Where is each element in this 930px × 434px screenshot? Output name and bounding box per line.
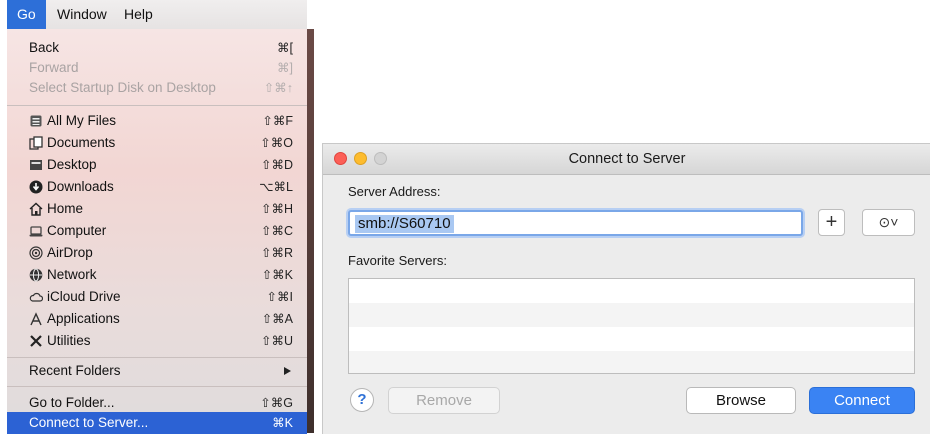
menu-item-network[interactable]: Network ⇧⌘K	[7, 264, 307, 286]
menu-item-label: Downloads	[47, 179, 114, 194]
background-window-edge	[307, 29, 314, 433]
go-menu-area: Go Window Help Back ⌘[ Forward ⌘] Select…	[7, 0, 314, 434]
menu-item-label: Desktop	[47, 157, 97, 172]
menu-item-label: Recent Folders	[29, 363, 121, 378]
menu-item-label: Computer	[47, 223, 107, 238]
connect-button[interactable]: Connect	[809, 387, 915, 414]
menu-item-label: iCloud Drive	[47, 289, 121, 304]
menu-item-label: AirDrop	[47, 245, 93, 260]
documents-icon	[29, 136, 43, 150]
menu-item-select-startup-disk[interactable]: Select Startup Disk on Desktop ⇧⌘↑	[7, 77, 307, 99]
list-row	[349, 303, 914, 327]
menu-separator	[7, 105, 307, 106]
submenu-arrow-icon	[284, 367, 291, 375]
plus-icon: +	[825, 211, 838, 233]
menu-item-computer[interactable]: Computer ⇧⌘C	[7, 220, 307, 242]
menu-separator	[7, 357, 307, 358]
menu-shortcut: ⇧⌘K	[261, 268, 293, 282]
go-menu-dropdown: Back ⌘[ Forward ⌘] Select Startup Disk o…	[7, 29, 307, 434]
home-icon	[29, 202, 43, 216]
menu-shortcut: ⇧⌘↑	[263, 81, 293, 95]
list-row	[349, 327, 914, 351]
help-button[interactable]: ?	[350, 388, 374, 412]
menu-item-back[interactable]: Back ⌘[	[7, 37, 307, 59]
menu-shortcut: ⌘[	[277, 41, 293, 55]
menu-shortcut: ⇧⌘G	[260, 396, 293, 410]
desktop-icon	[29, 158, 43, 172]
menu-item-label: Documents	[47, 135, 116, 150]
menu-item-label: Network	[47, 267, 97, 282]
menu-item-desktop[interactable]: Desktop ⇧⌘D	[7, 154, 307, 176]
menu-shortcut: ⌘K	[272, 416, 293, 430]
menu-shortcut: ⇧⌘O	[260, 136, 293, 150]
menubar-window[interactable]: Window	[47, 0, 117, 29]
menu-shortcut: ⇧⌘D	[260, 158, 293, 172]
menu-item-label: All My Files	[47, 113, 117, 128]
favorite-servers-label: Favorite Servers:	[348, 253, 447, 268]
list-row	[349, 351, 914, 373]
clock-chevron-icon: ⊙˅	[878, 214, 899, 230]
menu-item-applications[interactable]: Applications ⇧⌘A	[7, 308, 307, 330]
menu-shortcut: ⇧⌘R	[260, 246, 293, 260]
window-titlebar: Connect to Server	[323, 144, 930, 175]
applications-icon	[29, 312, 43, 326]
menu-item-label: Forward	[29, 60, 79, 75]
menubar-help[interactable]: Help	[114, 0, 163, 29]
menu-bar: Go Window Help	[7, 0, 307, 30]
icloud-icon	[29, 290, 44, 304]
list-row	[349, 279, 914, 303]
menu-shortcut: ⇧⌘A	[261, 312, 293, 326]
menu-item-connect-to-server[interactable]: Connect to Server... ⌘K	[7, 412, 307, 434]
menu-item-forward[interactable]: Forward ⌘]	[7, 57, 307, 79]
menu-item-go-to-folder[interactable]: Go to Folder... ⇧⌘G	[7, 392, 307, 414]
menu-item-label: Go to Folder...	[29, 395, 115, 410]
recent-servers-button[interactable]: ⊙˅	[862, 209, 915, 236]
computer-icon	[29, 224, 43, 238]
menu-item-utilities[interactable]: Utilities ⇧⌘U	[7, 330, 307, 352]
downloads-icon	[29, 180, 43, 194]
menu-item-label: Applications	[47, 311, 120, 326]
menu-item-label: Select Startup Disk on Desktop	[29, 80, 216, 95]
menubar-go[interactable]: Go	[7, 0, 46, 29]
server-address-label: Server Address:	[348, 184, 441, 199]
menu-item-label: Back	[29, 40, 60, 55]
menu-item-downloads[interactable]: Downloads ⌥⌘L	[7, 176, 307, 198]
menu-separator	[7, 386, 307, 387]
menu-item-label: Connect to Server...	[29, 415, 149, 430]
menu-shortcut: ⇧⌘C	[260, 224, 293, 238]
add-favorite-button[interactable]: +	[818, 209, 845, 236]
menu-shortcut: ⌘]	[277, 61, 293, 75]
favorite-servers-list[interactable]	[348, 278, 915, 374]
window-title: Connect to Server	[568, 151, 686, 167]
network-icon	[29, 268, 43, 282]
question-mark-icon: ?	[357, 391, 367, 408]
menu-shortcut: ⇧⌘H	[260, 202, 293, 216]
menu-shortcut: ⇧⌘U	[260, 334, 293, 348]
remove-button[interactable]: Remove	[388, 387, 500, 414]
menu-item-icloud-drive[interactable]: iCloud Drive ⇧⌘I	[7, 286, 307, 308]
utilities-icon	[29, 334, 43, 348]
server-address-value: smb://S60710	[355, 215, 454, 233]
menu-item-recent-folders[interactable]: Recent Folders	[7, 360, 307, 382]
menu-item-documents[interactable]: Documents ⇧⌘O	[7, 132, 307, 154]
menu-item-label: Utilities	[47, 333, 91, 348]
menu-shortcut: ⇧⌘F	[262, 114, 293, 128]
browse-button[interactable]: Browse	[686, 387, 796, 414]
menu-item-label: Home	[47, 201, 84, 216]
menu-item-all-my-files[interactable]: All My Files ⇧⌘F	[7, 110, 307, 132]
menu-item-airdrop[interactable]: AirDrop ⇧⌘R	[7, 242, 307, 264]
connect-to-server-window: Connect to Server Server Address: smb://…	[322, 143, 930, 434]
all-my-files-icon	[29, 114, 43, 128]
airdrop-icon	[29, 246, 43, 260]
menu-item-home[interactable]: Home ⇧⌘H	[7, 198, 307, 220]
server-address-input[interactable]: smb://S60710	[348, 210, 803, 236]
menu-shortcut: ⇧⌘I	[266, 290, 293, 304]
menu-shortcut: ⌥⌘L	[259, 180, 293, 194]
